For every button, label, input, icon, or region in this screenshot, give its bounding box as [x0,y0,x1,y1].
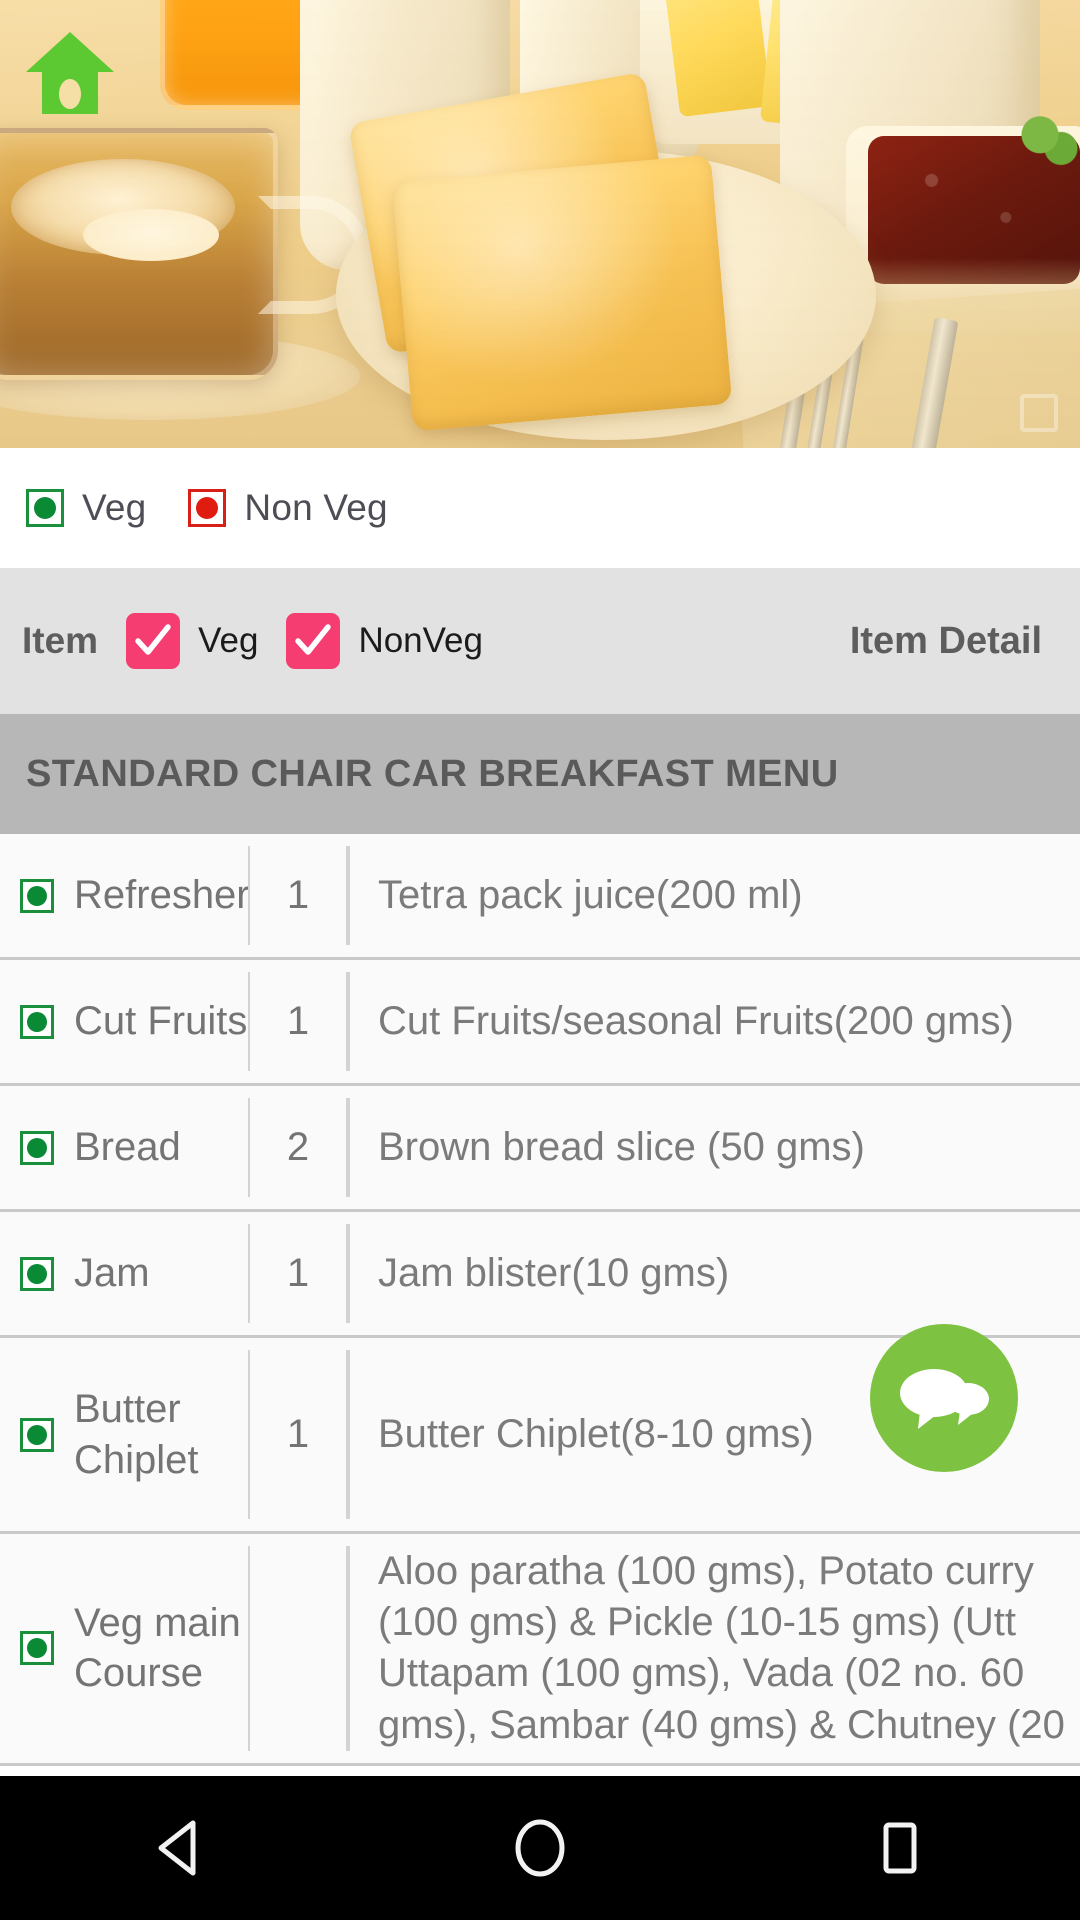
cell-quantity: 1 [248,846,348,945]
back-triangle-icon [158,1820,196,1876]
nonveg-filter-checkbox[interactable] [286,613,341,669]
column-header-item-detail: Item Detail [849,619,1042,662]
item-detail-text: Cut Fruits/seasonal Fruits(200 gms) [378,998,1014,1043]
table-row[interactable]: Refresher 1 Tetra pack juice(200 ml) [0,834,1080,960]
table-row[interactable]: Bread 2 Brown bread slice (50 gms) [0,1086,1080,1212]
veg-dot [27,1638,47,1659]
veg-filter-label: Veg [198,621,259,660]
nav-home-button[interactable] [450,1776,630,1920]
veg-dot [27,1424,47,1445]
item-detail-text: Brown bread slice (50 gms) [378,1124,865,1169]
veg-dot [27,1263,47,1284]
veg-marker-icon [20,1417,54,1452]
chat-bubbles-icon [900,1369,989,1429]
android-nav-bar [0,1776,1080,1920]
check-icon [295,624,332,655]
item-detail-text: Butter Chiplet(8-10 gms) [378,1411,814,1456]
home-circle-icon [515,1819,565,1877]
item-name: Refresher [74,873,250,918]
quantity-value: 2 [286,1125,310,1169]
cell-item: Refresher [0,834,250,957]
cell-quantity [248,1546,348,1751]
menu-table: Refresher 1 Tetra pack juice(200 ml) Cut Fr… [0,834,1080,1766]
cell-quantity: 2 [248,1098,348,1197]
cell-item: Butter Chiplet [0,1338,248,1531]
cell-quantity: 1 [248,972,348,1071]
veg-marker-icon [20,1004,54,1039]
veg-marker-icon [20,1631,54,1666]
item-name: Butter Chiplet [74,1386,199,1482]
legend-item-veg: Veg [26,487,146,529]
table-row[interactable]: Cut Fruits 1 Cut Fruits/seasonal Fruits(20… [0,960,1080,1086]
cell-item: Bread [0,1086,248,1209]
cell-item: Veg main Course [0,1534,248,1763]
cell-quantity: 1 [248,1224,348,1323]
legend-item-nonveg: Non Veg [188,487,388,529]
veg-marker-icon [20,1130,54,1165]
nav-recents-button[interactable] [810,1776,990,1920]
filter-bar: Item Veg NonVeg Item Detail [0,568,1080,714]
watermark-icon [1020,394,1058,432]
home-icon[interactable] [24,30,116,116]
item-name: Veg main Course [74,1600,241,1696]
veg-marker-icon [20,1256,54,1291]
item-detail-text: Aloo paratha (100 gms), Potato curry (10… [378,1549,1065,1747]
cell-item: Cut Fruits [0,960,248,1083]
nonveg-dot [196,497,219,519]
table-row[interactable]: Jam 1 Jam blister(10 gms) [0,1212,1080,1338]
veg-legend: Veg Non Veg [0,448,1080,568]
nav-back-button[interactable] [90,1776,270,1920]
item-name: Jam [74,1251,150,1296]
veg-filter-checkbox[interactable] [126,613,181,669]
legend-label-nonveg: Non Veg [244,487,388,528]
item-detail-text: Jam blister(10 gms) [378,1250,730,1295]
veg-marker-icon [26,489,64,527]
nonveg-filter-label: NonVeg [358,621,483,660]
quantity-value: 1 [286,999,310,1043]
column-header-item: Item [22,620,99,661]
nonveg-marker-icon [188,489,227,527]
item-detail-text: Tetra pack juice(200 ml) [378,872,803,917]
cell-item-detail: Brown bread slice (50 gms) [348,1098,1080,1197]
hero-warm-overlay [0,0,1080,448]
quantity-value: 1 [286,1412,310,1456]
cell-item-detail: Aloo paratha (100 gms), Potato curry (10… [348,1546,1080,1751]
check-icon [135,624,171,655]
veg-dot [27,1011,47,1032]
menu-section-title: STANDARD CHAIR CAR BREAKFAST MENU [26,752,839,795]
recents-square-icon [883,1822,917,1874]
menu-section-header: STANDARD CHAIR CAR BREAKFAST MENU [0,714,1080,834]
veg-dot [34,497,56,519]
veg-marker-icon [20,878,54,913]
cell-item: Jam [0,1212,248,1335]
hero-artwork [0,0,1080,448]
quantity-value: 1 [286,873,310,917]
cell-quantity: 1 [248,1350,348,1519]
cell-item-detail: Tetra pack juice(200 ml) [348,846,1080,945]
veg-dot [27,885,47,906]
veg-dot [27,1137,47,1158]
chat-fab-button[interactable] [870,1324,1018,1472]
legend-label-veg: Veg [82,487,147,528]
table-row[interactable]: Veg main Course Aloo paratha (100 gms), P… [0,1534,1080,1766]
quantity-value: 1 [286,1251,310,1295]
item-name: Bread [74,1125,181,1170]
hero-image [0,0,1080,448]
cell-item-detail: Jam blister(10 gms) [348,1224,1080,1323]
item-name: Cut Fruits [74,999,248,1044]
cell-item-detail: Cut Fruits/seasonal Fruits(200 gms) [348,972,1080,1071]
app-root: Veg Non Veg Item Veg NonVeg Item Detail … [0,0,1080,1920]
